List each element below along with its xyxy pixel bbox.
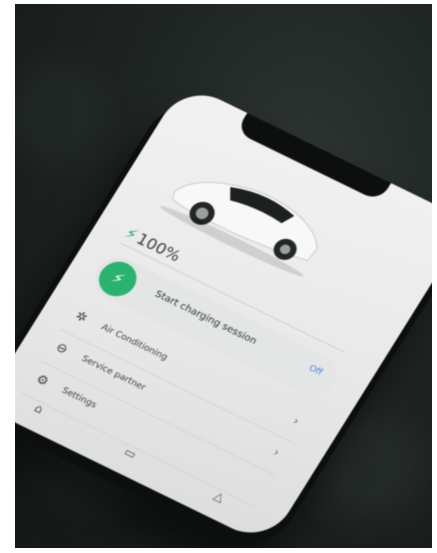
photo: ⚡100% ⚡ Start charging session Off ✲ Air… xyxy=(15,4,432,548)
bolt-icon: ⚡ xyxy=(107,267,129,290)
chevron-right-icon: › xyxy=(290,414,302,428)
charge-state[interactable]: Off xyxy=(307,364,324,378)
home-tab-icon[interactable]: ⌂ xyxy=(32,401,46,416)
chevron-right-icon: › xyxy=(270,446,282,460)
battery-percent: 100% xyxy=(133,229,185,266)
charge-label: Start charging session xyxy=(152,288,259,348)
list-item-label: Settings xyxy=(59,385,99,411)
service-icon: ⊖ xyxy=(52,340,71,358)
fan-icon: ✲ xyxy=(72,308,91,327)
gear-icon: ⚙ xyxy=(32,371,52,390)
charge-button[interactable]: ⚡ xyxy=(91,255,144,303)
warning-tab-icon[interactable]: △ xyxy=(211,489,227,505)
